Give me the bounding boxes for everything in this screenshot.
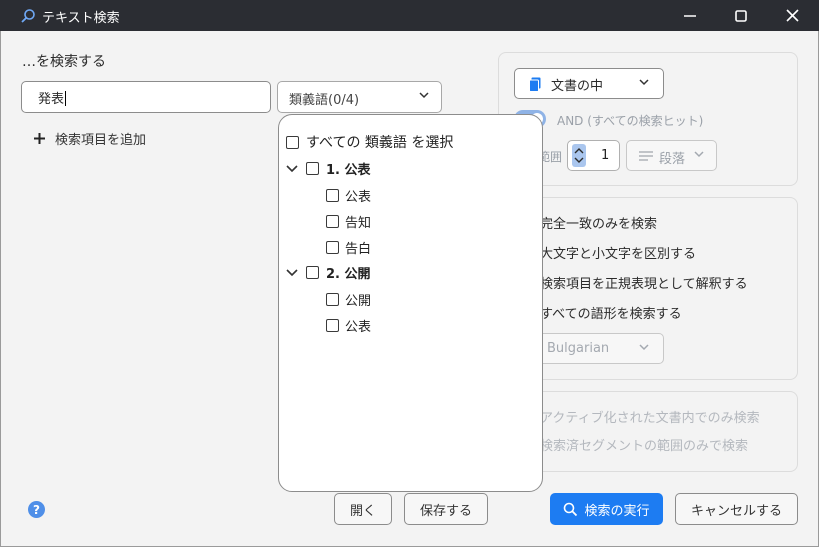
active-doc-only-option[interactable]: アクティブ化された文書内でのみ検索 xyxy=(540,407,760,426)
chevron-down-icon[interactable] xyxy=(286,268,298,277)
exact-match-option[interactable]: 完全一致のみを検索 xyxy=(540,213,657,232)
chevron-down-icon xyxy=(694,151,704,158)
select-all-synonyms[interactable]: すべての 類義語 を選択 xyxy=(286,132,453,152)
help-icon[interactable]: ? xyxy=(28,501,45,518)
title-bar: テキスト検索 xyxy=(0,0,819,31)
chevron-down-icon xyxy=(639,79,649,86)
chevron-down-icon xyxy=(639,344,649,351)
paragraph-icon xyxy=(639,151,653,161)
scope-dropdown[interactable]: 文書の中 xyxy=(514,68,664,99)
chevron-down-icon xyxy=(419,92,429,99)
case-sensitive-option[interactable]: 大文字と小文字を区別する xyxy=(540,243,696,262)
search-icon xyxy=(21,9,35,23)
restrict-options-panel xyxy=(498,391,798,472)
checkbox[interactable] xyxy=(306,162,319,175)
search-input-value: 発表 xyxy=(38,92,65,107)
synonym-item-label: 告白 xyxy=(345,242,372,257)
checkbox[interactable] xyxy=(326,215,339,228)
synonym-item[interactable]: 公開 xyxy=(326,290,371,309)
select-all-label: すべての 類義語 を選択 xyxy=(306,135,454,151)
synonym-group[interactable]: 1. 公表 xyxy=(286,159,371,178)
open-button[interactable]: 開く xyxy=(334,493,392,525)
language-dropdown-label: Bulgarian xyxy=(547,341,610,356)
plus-icon xyxy=(34,133,45,144)
save-button[interactable]: 保存する xyxy=(404,493,488,525)
all-word-forms-option[interactable]: すべての語形を検索する xyxy=(540,303,682,322)
synonyms-dropdown-label: 類義語(0/4) xyxy=(289,93,360,108)
synonym-item[interactable]: 公表 xyxy=(326,186,371,205)
checkbox[interactable] xyxy=(286,135,299,149)
run-search-label: 検索の実行 xyxy=(584,503,650,519)
synonym-group[interactable]: 2. 公開 xyxy=(286,263,371,282)
scope-dropdown-label: 文書の中 xyxy=(551,79,604,94)
synonym-item[interactable]: 告白 xyxy=(326,238,371,257)
synonym-group-label: 2. 公開 xyxy=(326,267,371,282)
stepper-arrows[interactable] xyxy=(572,144,586,167)
and-label: AND (すべての検索ヒット) xyxy=(557,114,704,128)
add-search-item-label: 検索項目を追加 xyxy=(55,133,147,148)
paragraph-dropdown[interactable]: 段落 xyxy=(626,140,717,171)
add-search-item-button[interactable]: 検索項目を追加 xyxy=(34,129,146,148)
synonyms-dropdown[interactable]: 類義語(0/4) xyxy=(277,81,442,113)
synonym-group-label: 1. 公表 xyxy=(326,163,371,178)
synonym-item-label: 公表 xyxy=(345,190,372,205)
cancel-button[interactable]: キャンセルする xyxy=(675,493,798,525)
close-button[interactable] xyxy=(767,0,817,31)
regex-option[interactable]: 検索項目を正規表現として解釈する xyxy=(540,273,748,292)
chevron-down-icon[interactable] xyxy=(286,164,298,173)
synonym-item-label: 告知 xyxy=(345,216,372,231)
range-value: 1 xyxy=(601,148,610,163)
maximize-icon xyxy=(735,9,747,22)
search-heading: …を検索する xyxy=(22,54,106,70)
searched-segments-only-option[interactable]: 検索済セグメントの範囲のみで検索 xyxy=(540,435,748,454)
search-input[interactable]: 発表 xyxy=(21,81,271,113)
window-title: テキスト検索 xyxy=(42,11,120,26)
minimize-button[interactable] xyxy=(665,0,715,31)
checkbox[interactable] xyxy=(306,266,319,279)
maximize-button[interactable] xyxy=(716,0,766,31)
chevron-down-icon xyxy=(574,157,584,163)
search-icon xyxy=(564,502,578,516)
close-icon xyxy=(785,9,799,22)
synonym-item-label: 公開 xyxy=(345,294,372,309)
checkbox[interactable] xyxy=(326,241,339,254)
checkbox[interactable] xyxy=(326,189,339,202)
run-search-button[interactable]: 検索の実行 xyxy=(550,493,663,525)
checkbox[interactable] xyxy=(326,319,339,332)
synonym-item[interactable]: 公表 xyxy=(326,316,371,335)
language-dropdown[interactable]: Bulgarian xyxy=(526,333,664,364)
minimize-icon xyxy=(684,14,696,17)
synonym-item[interactable]: 告知 xyxy=(326,212,371,231)
range-stepper[interactable]: 1 xyxy=(567,140,620,171)
synonym-item-label: 公表 xyxy=(345,320,372,335)
document-icon xyxy=(529,77,541,92)
paragraph-dropdown-label: 段落 xyxy=(659,152,686,167)
checkbox[interactable] xyxy=(326,293,339,306)
text-caret xyxy=(65,91,67,106)
